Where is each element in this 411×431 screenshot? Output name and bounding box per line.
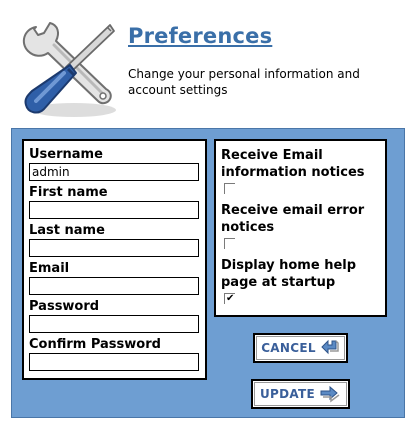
password-input[interactable] bbox=[29, 315, 199, 333]
update-button-label: UPDATE bbox=[259, 387, 316, 401]
page-title: Preferences bbox=[128, 24, 273, 48]
tools-icon bbox=[14, 17, 122, 121]
back-arrow-icon bbox=[321, 339, 339, 355]
email-input[interactable] bbox=[29, 277, 199, 295]
info-notices-checkbox[interactable] bbox=[224, 183, 235, 194]
username-input[interactable] bbox=[29, 163, 199, 181]
username-label: Username bbox=[29, 147, 103, 162]
info-notices-label: Receive Email information notices bbox=[221, 148, 365, 180]
error-notices-label: Receive email error notices bbox=[221, 203, 365, 235]
error-notices-checkbox[interactable] bbox=[224, 238, 235, 249]
email-label: Email bbox=[29, 261, 70, 276]
last-name-input[interactable] bbox=[29, 239, 199, 257]
page-subtitle: Change your personal information and acc… bbox=[128, 67, 360, 97]
checkmark-icon: ✔ bbox=[226, 293, 235, 304]
first-name-input[interactable] bbox=[29, 201, 199, 219]
forward-arrow-icon bbox=[320, 385, 340, 403]
cancel-button-label: CANCEL bbox=[261, 341, 316, 355]
first-name-label: First name bbox=[29, 185, 108, 200]
help-startup-checkbox[interactable]: ✔ bbox=[224, 293, 235, 304]
update-button[interactable]: UPDATE bbox=[251, 379, 350, 409]
last-name-label: Last name bbox=[29, 223, 105, 238]
confirm-password-label: Confirm Password bbox=[29, 337, 161, 352]
cancel-button[interactable]: CANCEL bbox=[253, 333, 348, 363]
help-startup-label: Display home help page at startup bbox=[221, 258, 357, 290]
confirm-password-input[interactable] bbox=[29, 353, 199, 371]
password-label: Password bbox=[29, 299, 100, 314]
